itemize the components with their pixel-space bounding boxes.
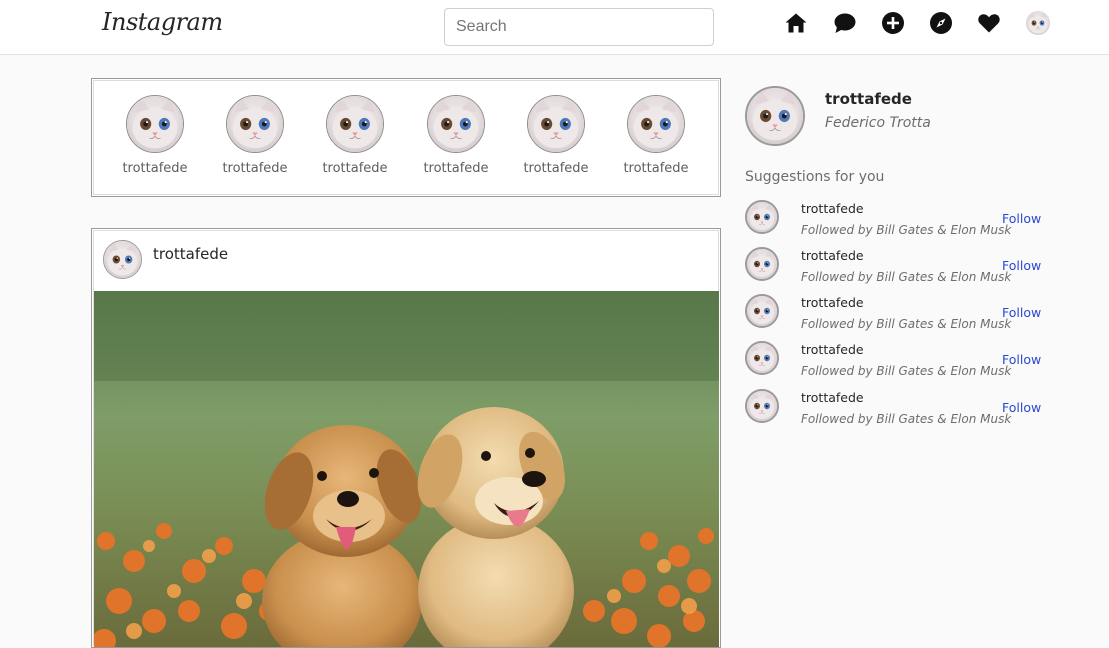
story-username: trottafede (423, 161, 489, 176)
suggestion-username[interactable]: trottafede (801, 295, 864, 310)
follow-button[interactable]: Follow (1002, 352, 1041, 367)
post-author-username[interactable]: trottafede (153, 245, 228, 263)
activity-heart-icon[interactable] (977, 11, 1001, 35)
story-item[interactable]: trottafede (315, 95, 395, 176)
story-username: trottafede (322, 161, 388, 176)
suggestion-username[interactable]: trottafede (801, 248, 864, 263)
search-input[interactable] (444, 8, 714, 46)
suggestion-subtitle: Followed by Bill Gates & Elon Musk (801, 317, 1012, 331)
follow-button[interactable]: Follow (1002, 305, 1041, 320)
sidebar-profile-fullname: Federico Trotta (825, 115, 931, 131)
suggestion-item: trottafede Followed by Bill Gates & Elon… (745, 200, 1045, 240)
story-username: trottafede (222, 161, 288, 176)
suggestion-subtitle: Followed by Bill Gates & Elon Musk (801, 223, 1012, 237)
story-username: trottafede (122, 161, 188, 176)
story-item[interactable]: trottafede (215, 95, 295, 176)
suggestions-title: Suggestions for you (745, 169, 885, 185)
explore-icon[interactable] (929, 11, 953, 35)
story-avatar (126, 95, 184, 153)
follow-button[interactable]: Follow (1002, 211, 1041, 226)
story-username: trottafede (623, 161, 689, 176)
suggestion-username[interactable]: trottafede (801, 390, 864, 405)
top-navigation-bar: Instagram (0, 0, 1109, 55)
instagram-logo[interactable]: Instagram (102, 8, 223, 36)
sidebar-profile-avatar[interactable] (745, 86, 805, 146)
suggestion-item: trottafede Followed by Bill Gates & Elon… (745, 341, 1045, 381)
new-post-icon[interactable] (881, 11, 905, 35)
suggestion-item: trottafede Followed by Bill Gates & Elon… (745, 247, 1045, 287)
sidebar-profile-username[interactable]: trottafede (825, 90, 912, 108)
profile-avatar-nav[interactable] (1026, 11, 1050, 35)
story-avatar (427, 95, 485, 153)
story-item[interactable]: trottafede (516, 95, 596, 176)
suggestion-item: trottafede Followed by Bill Gates & Elon… (745, 294, 1045, 334)
stories-tray: trottafede trottafede trottafede trottaf… (91, 78, 721, 197)
story-avatar (226, 95, 284, 153)
post-image[interactable] (94, 291, 719, 648)
suggestion-item: trottafede Followed by Bill Gates & Elon… (745, 389, 1045, 429)
suggestion-subtitle: Followed by Bill Gates & Elon Musk (801, 364, 1012, 378)
story-item[interactable]: trottafede (115, 95, 195, 176)
suggestion-avatar[interactable] (745, 389, 779, 423)
suggestion-username[interactable]: trottafede (801, 201, 864, 216)
story-username: trottafede (523, 161, 589, 176)
suggestion-subtitle: Followed by Bill Gates & Elon Musk (801, 270, 1012, 284)
suggestion-avatar[interactable] (745, 294, 779, 328)
suggestion-avatar[interactable] (745, 247, 779, 281)
follow-button[interactable]: Follow (1002, 400, 1041, 415)
suggestion-username[interactable]: trottafede (801, 342, 864, 357)
story-item[interactable]: trottafede (416, 95, 496, 176)
story-item[interactable]: trottafede (616, 95, 696, 176)
messages-icon[interactable] (833, 11, 857, 35)
suggestion-subtitle: Followed by Bill Gates & Elon Musk (801, 412, 1012, 426)
suggestion-avatar[interactable] (745, 200, 779, 234)
follow-button[interactable]: Follow (1002, 258, 1041, 273)
story-avatar (326, 95, 384, 153)
feed-post: trottafede (91, 228, 721, 648)
post-author-avatar[interactable] (103, 240, 142, 279)
story-avatar (627, 95, 685, 153)
suggestion-avatar[interactable] (745, 341, 779, 375)
story-avatar (527, 95, 585, 153)
home-icon[interactable] (784, 11, 808, 35)
